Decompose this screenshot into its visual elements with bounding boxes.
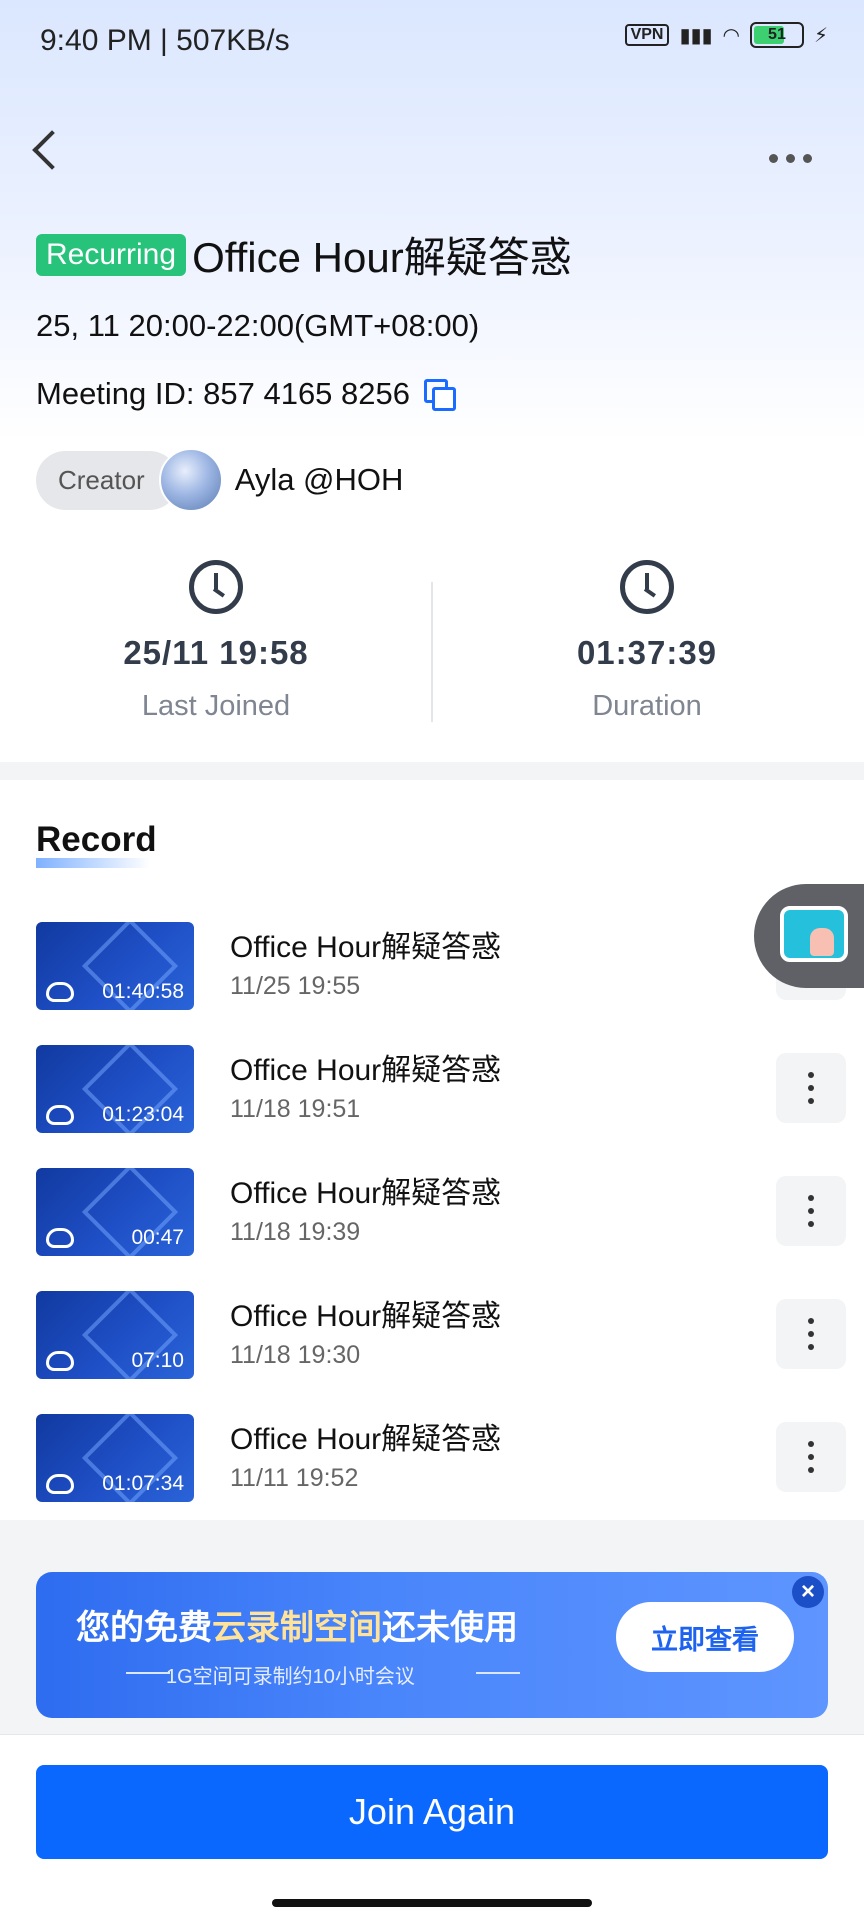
record-duration: 01:07:34 <box>102 1472 184 1495</box>
record-title-text: Office Hour解疑答惑 <box>230 1177 502 1210</box>
copy-icon[interactable] <box>424 379 456 411</box>
record-date: 11/11 19:52 <box>230 1464 359 1492</box>
record-title-text: Office Hour解疑答惑 <box>230 1300 502 1333</box>
avatar <box>158 448 223 512</box>
record-section: Record 01:40:58 Office Hour解疑答惑 11/25 19… <box>0 780 864 1520</box>
battery-icon: 51 <box>749 22 804 48</box>
close-icon[interactable]: × <box>792 1576 824 1608</box>
record-date: 11/18 19:30 <box>230 1341 361 1369</box>
cloud-icon <box>46 982 74 1002</box>
last-joined-label: Last Joined <box>141 690 291 722</box>
cloud-icon <box>46 1105 74 1125</box>
banner-subtitle: 1G空间可录制约10小时会议 <box>166 1666 415 1688</box>
creator-label: Creator <box>36 450 179 510</box>
banner-title: 您的免费云录制空间还未使用 <box>76 1609 518 1647</box>
more-options-icon[interactable] <box>769 154 812 163</box>
record-thumbnail: 00:47 <box>36 1168 194 1256</box>
record-item[interactable]: 01:40:58 Office Hour解疑答惑 11/25 19:55 <box>36 922 846 1012</box>
stats-divider <box>431 582 433 722</box>
meeting-id: Meeting ID: 857 4165 8256 <box>36 376 410 411</box>
record-date: 11/18 19:39 <box>230 1218 361 1246</box>
title-row: Recurring Office Hour解疑答惑 <box>36 224 572 285</box>
join-again-button[interactable]: Join Again <box>36 1765 828 1859</box>
record-thumbnail: 01:23:04 <box>36 1045 194 1133</box>
record-item[interactable]: 01:07:34 Office Hour解疑答惑 11/11 19:52 <box>36 1414 846 1504</box>
last-joined-value: 25/11 19:58 <box>123 634 309 671</box>
signal-icon: ▮▮▮ <box>679 24 713 47</box>
stat-last-joined: 25/11 19:58 Last Joined <box>66 560 366 723</box>
record-thumbnail: 01:07:34 <box>36 1414 194 1502</box>
record-item[interactable]: 00:47 Office Hour解疑答惑 11/18 19:39 <box>36 1168 846 1258</box>
page-title: Office Hour解疑答惑 <box>192 234 572 281</box>
banner-divider <box>126 1672 170 1674</box>
record-duration: 01:40:58 <box>102 980 184 1003</box>
clock-icon <box>620 560 674 614</box>
creator-name: Ayla @HOH <box>234 462 404 497</box>
recurring-badge: Recurring <box>36 233 187 276</box>
record-more-icon[interactable] <box>776 1422 846 1492</box>
record-more-icon[interactable] <box>776 1299 846 1369</box>
record-duration: 07:10 <box>131 1349 184 1372</box>
stat-duration: 01:37:39 Duration <box>497 560 797 723</box>
record-thumbnail: 01:40:58 <box>36 922 194 1010</box>
record-title-text: Office Hour解疑答惑 <box>230 931 502 964</box>
cloud-icon <box>46 1474 74 1494</box>
record-item[interactable]: 01:23:04 Office Hour解疑答惑 11/18 19:51 <box>36 1045 846 1135</box>
home-indicator[interactable] <box>272 1899 592 1907</box>
meeting-id-row: Meeting ID: 857 4165 8256 <box>36 376 456 412</box>
record-more-icon[interactable] <box>776 1053 846 1123</box>
record-item[interactable]: 07:10 Office Hour解疑答惑 11/18 19:30 <box>36 1291 846 1381</box>
creator-row: Creator Ayla @HOH <box>36 448 403 512</box>
record-duration: 01:23:04 <box>102 1103 184 1126</box>
record-title-text: Office Hour解疑答惑 <box>230 1054 502 1087</box>
vpn-icon: VPN <box>624 24 670 46</box>
promo-banner[interactable]: 您的免费云录制空间还未使用 1G空间可录制约10小时会议 立即查看 × <box>36 1572 828 1718</box>
status-icons: VPN ▮▮▮ ◠ 51 ⚡ <box>624 22 828 48</box>
floating-window-button[interactable] <box>754 884 864 988</box>
status-time: 9:40 PM | 507KB/s <box>40 24 290 57</box>
view-now-button[interactable]: 立即查看 <box>616 1602 794 1672</box>
meeting-time: 25, 11 20:00-22:00(GMT+08:00) <box>36 308 480 343</box>
wifi-icon: ◠ <box>722 24 740 47</box>
record-duration: 00:47 <box>131 1226 184 1249</box>
duration-label: Duration <box>592 690 702 722</box>
record-title: Record <box>36 820 157 859</box>
hand-icon <box>810 928 834 956</box>
history-icon <box>189 560 243 614</box>
cloud-icon <box>46 1351 74 1371</box>
bottom-bar: Join Again <box>0 1734 864 1921</box>
record-date: 11/18 19:51 <box>230 1095 361 1123</box>
duration-value: 01:37:39 <box>576 634 718 671</box>
record-title-text: Office Hour解疑答惑 <box>230 1423 502 1456</box>
charging-icon: ⚡ <box>813 24 828 47</box>
record-more-icon[interactable] <box>776 1176 846 1246</box>
record-date: 11/25 19:55 <box>230 972 361 1000</box>
banner-divider <box>476 1672 520 1674</box>
record-thumbnail: 07:10 <box>36 1291 194 1379</box>
cloud-icon <box>46 1228 74 1248</box>
